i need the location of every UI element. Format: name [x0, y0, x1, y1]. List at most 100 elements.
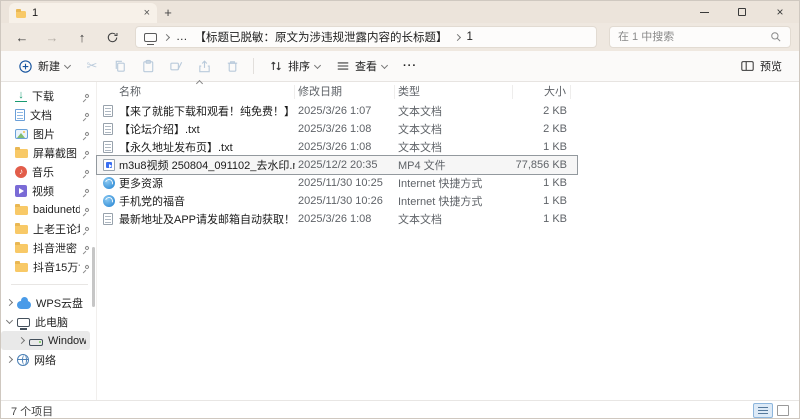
file-size: 1 KB	[513, 213, 571, 225]
sidebar-item-label: 图片	[33, 126, 80, 142]
sidebar-item-videos[interactable]: 视频	[1, 181, 96, 200]
sidebar-item-screenshots[interactable]: 屏幕截图	[1, 143, 96, 162]
music-icon	[15, 166, 27, 178]
sidebar-item-documents[interactable]: 文档	[1, 105, 96, 124]
file-name: 【来了就能下载和观看！纯免费！】.txt	[119, 103, 295, 119]
sidebar-item-label: 音乐	[32, 164, 80, 180]
expander-icon[interactable]	[18, 337, 25, 344]
sidebar-item-music[interactable]: 音乐	[1, 162, 96, 181]
sidebar-item-label: 此电脑	[35, 314, 92, 330]
sidebar-item-this-pc[interactable]: 此电脑	[1, 312, 96, 331]
file-row[interactable]: 【来了就能下载和观看！纯免费！】.txt 2025/3/26 1:07 文本文档…	[97, 102, 577, 120]
column-header-size[interactable]: 大小	[513, 85, 571, 99]
sidebar-item-label: 文档	[30, 107, 80, 123]
sidebar-item-folder-2[interactable]: 抖音泄密 肤迅	[1, 238, 96, 257]
new-button[interactable]: 新建	[11, 54, 77, 78]
minimize-button[interactable]	[685, 1, 723, 23]
preview-pane-icon	[740, 59, 755, 73]
file-size: 2 KB	[513, 123, 571, 135]
large-icons-view-button[interactable]	[777, 405, 789, 416]
chevron-down-icon	[314, 61, 321, 68]
pin-icon	[84, 112, 90, 118]
rename-button	[163, 54, 189, 78]
sidebar-item-baidunetdisk[interactable]: baidunetdisk	[1, 200, 96, 219]
pin-icon	[84, 188, 90, 194]
file-date: 2025/3/26 1:08	[295, 213, 395, 225]
file-type: Internet 快捷方式	[395, 175, 513, 191]
preview-button[interactable]: 预览	[733, 54, 789, 78]
ellipsis-icon: ···	[403, 60, 417, 72]
expander-icon[interactable]	[6, 317, 13, 324]
new-label: 新建	[38, 58, 60, 74]
content-area: ↓ 下载 文档 图片 屏幕截图 音乐	[1, 82, 799, 400]
explorer-tab[interactable]: 1 ×	[9, 3, 157, 23]
file-row[interactable]: 【论坛介绍】.txt 2025/3/26 1:08 文本文档 2 KB	[97, 120, 577, 138]
sidebar-item-label: 抖音泄密 肤迅	[33, 240, 80, 256]
search-input[interactable]	[618, 31, 770, 43]
more-options-button[interactable]: ···	[396, 56, 424, 76]
pin-icon	[84, 150, 90, 156]
maximize-button[interactable]	[723, 1, 761, 23]
file-row[interactable]: 手机党的福音 2025/11/30 10:26 Internet 快捷方式 1 …	[97, 192, 577, 210]
clipboard-icon	[141, 59, 156, 74]
file-size: 1 KB	[513, 141, 571, 153]
sidebar-item-label: 上老王论坛当	[33, 221, 80, 237]
search-box[interactable]	[609, 26, 791, 48]
file-row[interactable]: 最新地址及APP请发邮箱自动获取！！！.txt 2025/3/26 1:08 文…	[97, 210, 577, 228]
column-header-type[interactable]: 类型	[395, 85, 513, 99]
close-button[interactable]: ×	[761, 1, 799, 23]
sidebar-item-folder-1[interactable]: 上老王论坛当	[1, 219, 96, 238]
breadcrumb-segment[interactable]: 【标题已脱敏：原文为涉违规泄露内容的长标题】	[195, 29, 448, 45]
file-date: 2025/3/26 1:08	[295, 141, 395, 153]
sidebar-item-downloads[interactable]: ↓ 下载	[1, 86, 96, 105]
sidebar-item-network[interactable]: 网络	[1, 350, 96, 369]
view-button[interactable]: 查看	[329, 54, 394, 78]
breadcrumb-current[interactable]: 1	[467, 31, 473, 43]
file-date: 2025/11/30 10:26	[295, 195, 395, 207]
documents-icon	[15, 109, 25, 121]
pin-icon	[84, 93, 90, 99]
pin-icon	[84, 169, 90, 175]
pin-icon	[84, 245, 90, 251]
folder-icon	[16, 11, 26, 18]
file-row[interactable]: 【永久地址发布页】.txt 2025/3/26 1:08 文本文档 1 KB	[97, 138, 577, 156]
expander-icon[interactable]	[6, 356, 13, 363]
sidebar-item-pictures[interactable]: 图片	[1, 124, 96, 143]
copy-button	[107, 54, 133, 78]
column-header-date[interactable]: 修改日期	[295, 85, 395, 99]
chevron-down-icon	[381, 61, 388, 68]
navigation-pane: ↓ 下载 文档 图片 屏幕截图 音乐	[1, 82, 97, 400]
sidebar-scrollbar[interactable]	[92, 247, 95, 307]
file-date: 2025/11/30 10:25	[295, 177, 395, 189]
expander-icon[interactable]	[6, 299, 13, 306]
folder-icon	[15, 149, 28, 158]
delete-button	[219, 54, 245, 78]
sort-button[interactable]: 排序	[262, 54, 327, 78]
back-button[interactable]: ←	[9, 26, 35, 48]
details-view-button[interactable]	[753, 403, 773, 418]
pin-icon	[84, 264, 90, 270]
pin-icon	[84, 207, 90, 213]
file-date: 2025/12/2 20:35	[295, 159, 395, 171]
sidebar-item-label: WPS云盘	[36, 295, 92, 311]
address-bar[interactable]: … 【标题已脱敏：原文为涉违规泄露内容的长标题】 1	[135, 26, 597, 48]
new-tab-button[interactable]: +	[157, 5, 179, 23]
file-row[interactable]: 更多资源 2025/11/30 10:25 Internet 快捷方式 1 KB	[97, 174, 577, 192]
sidebar-item-folder-3[interactable]: 抖音15万博主	[1, 257, 96, 276]
breadcrumb-overflow[interactable]: …	[176, 31, 188, 43]
text-file-icon	[103, 105, 113, 117]
sidebar-item-wps-cloud[interactable]: WPS云盘	[1, 293, 96, 312]
video-file-icon	[103, 159, 115, 171]
sidebar-item-label: 网络	[34, 352, 92, 368]
sidebar-item-label: Windows-SSD	[48, 335, 86, 347]
tab-close-icon[interactable]: ×	[144, 7, 150, 19]
videos-icon	[15, 185, 27, 197]
file-type: 文本文档	[395, 139, 513, 155]
share-icon	[197, 59, 212, 74]
refresh-button[interactable]	[99, 26, 125, 48]
up-button[interactable]: ↑	[69, 26, 95, 48]
column-headers: 名称 修改日期 类型 大小	[97, 82, 799, 102]
file-row-selected[interactable]: m3u8视频 250804_091102_去水印.mp4 2025/12/2 2…	[97, 156, 577, 174]
sidebar-item-windows-ssd[interactable]: Windows-SSD	[1, 331, 90, 350]
file-type: 文本文档	[395, 211, 513, 227]
